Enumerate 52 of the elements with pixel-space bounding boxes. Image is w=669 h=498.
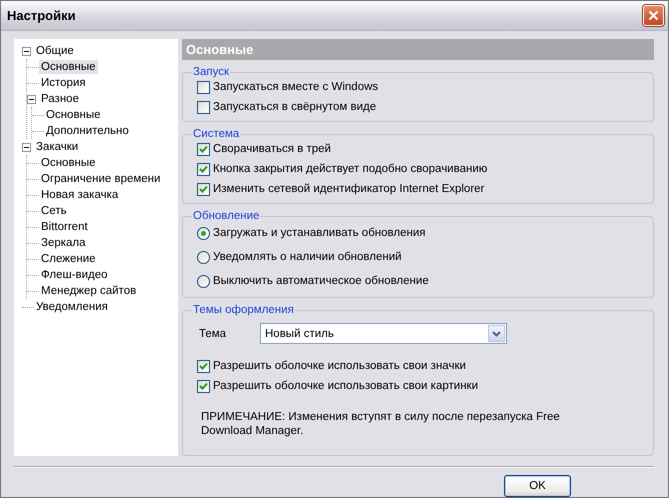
radio-button[interactable] <box>197 250 210 264</box>
collapse-icon[interactable] <box>27 94 36 104</box>
checkbox[interactable] <box>197 360 210 372</box>
checkbox-label: Запускаться вместе с Windows <box>213 81 378 93</box>
checkbox-label: Сворачиваться в трей <box>213 143 331 155</box>
group-title: Темы оформления <box>192 304 295 316</box>
tree-item[interactable]: Флеш-видео <box>39 268 110 282</box>
tree-item[interactable]: Менеджер сайтов <box>39 284 138 298</box>
radio-label: Уведомлять о наличии обновлений <box>213 251 402 263</box>
tree-item[interactable]: Основные <box>39 156 98 170</box>
close-icon <box>648 10 659 21</box>
tree-item[interactable]: Сеть <box>39 204 69 218</box>
ok-button[interactable]: OK <box>504 475 571 497</box>
page-header: Основные <box>182 39 654 60</box>
tree-item[interactable]: Bittorrent <box>39 220 90 234</box>
window-title: Настройки <box>7 8 76 23</box>
close-button[interactable] <box>643 5 664 26</box>
group-title: Запуск <box>192 66 230 78</box>
tree-item[interactable]: Основные <box>44 108 103 122</box>
checkbox[interactable] <box>197 380 210 392</box>
tree-item[interactable]: Новая закачка <box>39 188 120 202</box>
field-label: Тема <box>199 328 228 340</box>
tree-item[interactable]: Основные <box>39 60 98 74</box>
tree-item[interactable]: Ограничение времени <box>39 172 162 186</box>
checkbox-label: Разрешить оболочке использовать свои картинки <box>213 380 478 392</box>
checkbox[interactable] <box>197 182 210 196</box>
checkbox-label: Изменить сетевой идентификатор Internet Explorer <box>213 183 484 195</box>
checkbox-label: Запускаться в свёрнутом виде <box>213 101 376 113</box>
tree-item[interactable]: Дополнительно <box>44 124 131 138</box>
tree-item[interactable]: Уведомления <box>34 300 110 314</box>
radio-button[interactable] <box>197 274 210 288</box>
checkbox-label: Кнопка закрытия действует подобно сворачиванию <box>213 163 488 175</box>
tree-item[interactable]: Зеркала <box>39 236 88 250</box>
group-title: Система <box>192 128 240 140</box>
collapse-icon[interactable] <box>22 46 31 56</box>
note-text: ПРИМЕЧАНИЕ: Изменения вступят в силу после перезапуска Free Download Manager. <box>201 410 561 438</box>
checkbox[interactable] <box>197 162 210 176</box>
checkbox[interactable] <box>197 142 210 156</box>
checkbox[interactable] <box>197 100 210 114</box>
tree-item[interactable]: Разное <box>39 92 81 106</box>
radio-label: Выключить автоматическое обновление <box>213 275 429 287</box>
tree-item[interactable]: Закачки <box>34 140 80 154</box>
tree-item[interactable]: Слежение <box>39 252 98 266</box>
tree-item[interactable]: Общие <box>34 44 76 58</box>
tree-item[interactable]: История <box>39 76 88 90</box>
collapse-icon[interactable] <box>22 142 31 152</box>
group-title: Обновление <box>192 210 260 222</box>
checkbox[interactable] <box>197 80 210 94</box>
radio-button[interactable] <box>197 226 210 240</box>
checkbox-label: Разрешить оболочке использовать свои значки <box>213 360 466 372</box>
theme-dropdown[interactable]: Новый стиль <box>260 323 507 344</box>
radio-label: Загружать и устанавливать обновления <box>213 227 426 239</box>
